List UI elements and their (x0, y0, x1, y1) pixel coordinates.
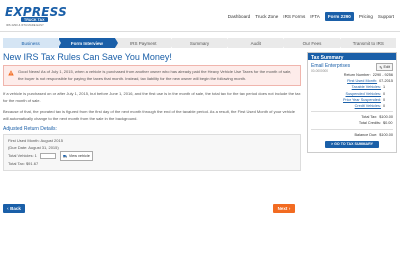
tax-summary-panel: Tax Summary Email Enterprises 00-0000000… (307, 52, 397, 153)
total-credits-row: Total Credits: $0.00 (311, 120, 393, 126)
view-vehicle-label: View vehicle (68, 153, 90, 158)
balance-due-row: Balance Due: $100.00 (311, 132, 393, 138)
step-our-fees: Our Fees (284, 38, 343, 48)
nav-pricing[interactable]: Pricing (359, 14, 373, 19)
credit-vehicles-row: Credit Vehicles: 0 (311, 103, 393, 109)
adjusted-return-heading: Adjusted Return Details: (3, 126, 57, 132)
summary-divider (311, 128, 393, 130)
rule-paragraph-2: Because of that, the prorated tax is fig… (3, 109, 295, 121)
form-2290-button[interactable]: Form 2290 (324, 11, 354, 21)
total-tax-value: $91.67 (25, 160, 39, 166)
total-vehicles-label: Total Vehicles: (8, 152, 34, 158)
total-credits-label: Total Credits: (358, 121, 381, 126)
vehicle-count-field (39, 152, 56, 159)
next-label: Next (277, 206, 288, 211)
edit-business-button[interactable]: ✎ Edit (376, 63, 393, 71)
page-title: New IRS Tax Rules Can Save You Money! (3, 52, 172, 62)
first-used-month-value: August 2015 (40, 138, 63, 143)
logo-tagline: IRS 2290 & IFTA MADE EASY (6, 23, 44, 27)
balance-due-value: $100.00 (379, 132, 393, 137)
credit-vehicles-link[interactable]: Credit Vehicles: (355, 103, 381, 109)
go-to-tax-summary-button[interactable]: > GO TO TAX SUMMARY (325, 140, 379, 148)
business-row: Email Enterprises 00-0000000 ✎ Edit (311, 63, 393, 73)
nav-ifta[interactable]: IFTA (310, 14, 320, 19)
back-label: Back (10, 206, 21, 211)
nav-irs-forms[interactable]: IRS Forms (283, 14, 305, 19)
tax-rule-notice: Good News! As of July 1, 2015, when a ve… (3, 65, 301, 86)
step-summary: Summary (171, 38, 231, 48)
pencil-icon: ✎ (379, 65, 383, 70)
due-date-label: (Due Date: (8, 144, 28, 150)
step-business[interactable]: Business (3, 38, 62, 48)
edit-label: Edit (383, 65, 390, 69)
progress-steps: Business Form Interview IRS Payment Summ… (3, 38, 397, 48)
first-used-month-label: First Used Month: (8, 138, 40, 143)
adjusted-return-details: First Used Month: August 2015 (Due Date:… (3, 134, 301, 171)
rule-paragraph-1: If a vehicle is purchased on or after Ju… (3, 91, 301, 103)
view-vehicle-button[interactable]: View vehicle (59, 151, 93, 161)
total-tax-row: Total Tax: $91.67 (8, 161, 296, 168)
nav-support[interactable]: Support (378, 14, 394, 19)
tax-summary-body: Email Enterprises 00-0000000 ✎ Edit Retu… (308, 60, 396, 152)
total-vehicles-row: Total Vehicles: 1 View vehicle (8, 151, 296, 161)
back-button[interactable]: ‹ Back (3, 204, 25, 213)
truck-icon (63, 154, 67, 158)
step-audit: Audit (228, 38, 287, 48)
due-date-value: August 31, 2015) (28, 144, 59, 150)
total-tax-label: Total Tax: (8, 160, 25, 166)
credit-vehicles-value: 0 (383, 104, 386, 109)
notice-text: Good News! As of July 1, 2015, when a ve… (18, 69, 292, 81)
total-credits-value: $0.00 (383, 121, 393, 126)
main-nav: Dashboard Truck Zone IRS Forms IFTA Form… (228, 11, 394, 21)
chevron-left-icon: ‹ (7, 206, 9, 211)
top-header: EXPRESS TRUCK TAX IRS 2290 & IFTA MADE E… (0, 0, 400, 32)
nav-truck-zone[interactable]: Truck Zone (255, 14, 278, 19)
express-truck-tax-logo[interactable]: EXPRESS TRUCK TAX IRS 2290 & IFTA MADE E… (5, 5, 77, 27)
balance-due-label: Balance Due: (354, 132, 378, 137)
main-content: New IRS Tax Rules Can Save You Money! Go… (3, 52, 301, 171)
summary-divider (311, 111, 393, 113)
step-irs-payment: IRS Payment (115, 38, 175, 48)
nav-dashboard[interactable]: Dashboard (228, 14, 250, 19)
logo-subtitle: TRUCK TAX (21, 17, 48, 22)
step-transmit-to-irs: Transmit to IRS (340, 38, 396, 48)
warning-icon (8, 70, 14, 76)
tax-summary-title: Tax Summary (308, 53, 396, 61)
step-form-interview[interactable]: Form Interview (59, 38, 118, 48)
chevron-right-icon: › (288, 206, 291, 211)
next-button[interactable]: Next › (273, 204, 295, 213)
total-vehicles-value: 1 (34, 152, 37, 158)
business-ein: 00-0000000 (311, 68, 329, 73)
